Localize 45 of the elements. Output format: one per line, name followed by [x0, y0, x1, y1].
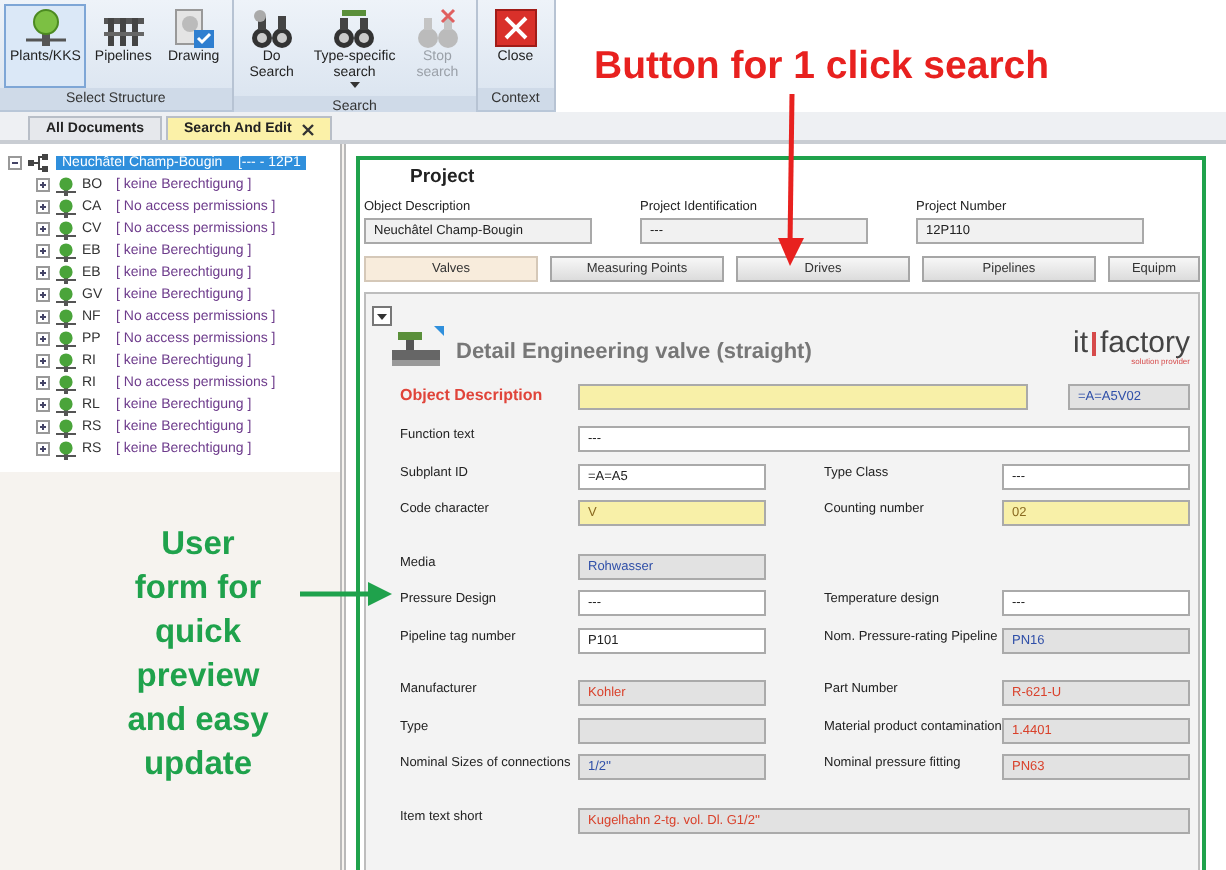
plant-icon: [23, 8, 68, 48]
plant-icon: [56, 417, 76, 437]
collapse-icon[interactable]: [8, 156, 22, 170]
close-icon[interactable]: [301, 123, 314, 135]
callout-text: User form for quick preview and easy update: [125, 524, 271, 786]
plant-icon: [56, 241, 76, 261]
plant-icon: [56, 395, 76, 415]
plant-icon: [56, 307, 76, 327]
expand-icon[interactable]: [36, 310, 50, 324]
plant-icon: [56, 219, 76, 239]
expand-icon[interactable]: [36, 266, 50, 280]
valve-icon: [392, 326, 444, 370]
plant-icon: [56, 263, 76, 283]
binoculars-icon: [249, 8, 294, 48]
plant-icon: [56, 351, 76, 371]
binoculars-icon: [332, 8, 377, 48]
form-title: Detail Engineering valve (straight): [456, 340, 814, 364]
expand-icon[interactable]: [36, 244, 50, 258]
expand-icon[interactable]: [36, 420, 50, 434]
plant-icon: [56, 285, 76, 305]
expand-icon[interactable]: [36, 442, 50, 456]
expand-icon[interactable]: [36, 354, 50, 368]
expand-icon[interactable]: [36, 332, 50, 346]
plant-icon: [56, 439, 76, 459]
plant-icon: [56, 329, 76, 349]
close-icon: [493, 8, 538, 48]
expand-icon[interactable]: [36, 178, 50, 192]
network-icon: [28, 154, 50, 172]
input-field[interactable]: [578, 384, 1028, 410]
section-title: Project: [410, 166, 477, 188]
plant-icon: [56, 373, 76, 393]
binoculars-icon: [415, 8, 460, 48]
expand-icon[interactable]: [36, 200, 50, 214]
field-label: Object Description: [400, 384, 545, 403]
input-field[interactable]: [578, 717, 766, 743]
arrow: [300, 582, 392, 606]
plant-icon: [56, 175, 76, 195]
plant-icon: [56, 197, 76, 217]
expand-icon[interactable]: [36, 376, 50, 390]
drawing-icon: [171, 8, 216, 48]
expand-icon[interactable]: [36, 222, 50, 236]
expand-icon[interactable]: [36, 398, 50, 412]
expand-icon[interactable]: [36, 288, 50, 302]
callout-text: Button for 1 click search: [594, 44, 1050, 90]
dropdown-icon[interactable]: [372, 306, 392, 326]
